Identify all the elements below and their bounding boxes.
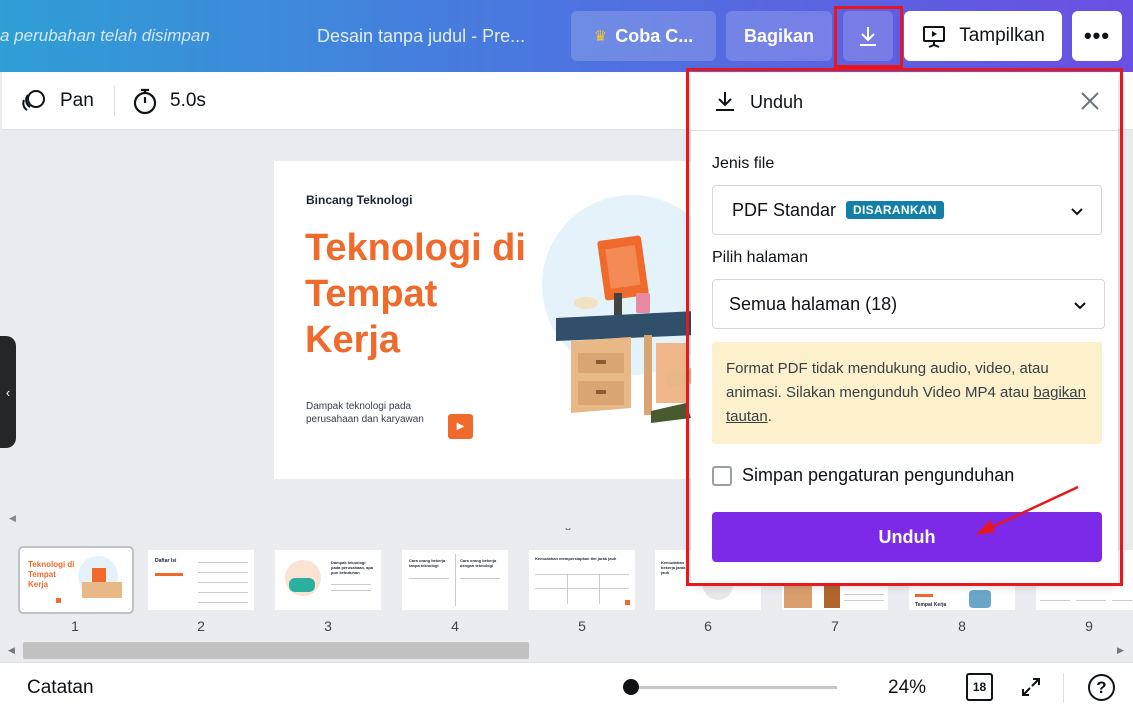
slide-play-icon: ▶ bbox=[448, 414, 473, 439]
canvas-scroll-left-icon[interactable]: ◀ bbox=[9, 513, 16, 524]
thumbnail-4[interactable]: Cara orang bekerja tanpa teknologi Cara … bbox=[402, 550, 508, 610]
thumb-4-left: Cara orang bekerja tanpa teknologi bbox=[409, 558, 446, 568]
thumb-5-button bbox=[625, 600, 630, 605]
thumb-1-desk-base bbox=[82, 582, 122, 598]
thumb-3-line bbox=[331, 590, 371, 591]
document-title[interactable]: Desain tanpa judul - Pre... bbox=[317, 26, 525, 47]
thumb-8-title: Tempat Kerja bbox=[915, 602, 947, 608]
page-grid-button[interactable]: 18 bbox=[966, 673, 993, 701]
thumb-5-line bbox=[535, 574, 629, 575]
top-bar: a perubahan telah disimpan Desain tanpa … bbox=[0, 0, 1133, 72]
share-button[interactable]: Bagikan bbox=[726, 11, 832, 61]
thumbnail-5[interactable]: Kemudahan mempersiapkan tim jarak jauh bbox=[529, 550, 635, 610]
pan-icon bbox=[22, 90, 45, 111]
scrollbar-thumb[interactable] bbox=[23, 642, 529, 659]
thumb-1-title: Teknologi di Tempat Kerja bbox=[28, 560, 75, 589]
thumbnail-number: 6 bbox=[704, 618, 712, 634]
thumb-7-photo bbox=[784, 586, 812, 608]
footer-bar: Catatan 24% 18 ? bbox=[0, 662, 1133, 713]
thumb-5-title: Kemudahan mempersiapkan tim jarak jauh bbox=[535, 556, 617, 561]
toolbar-divider bbox=[114, 86, 115, 116]
try-pro-button[interactable]: ♛ Coba C... bbox=[571, 11, 716, 61]
thumbnail-number: 4 bbox=[451, 618, 459, 634]
present-icon bbox=[923, 26, 946, 48]
thumb-2-line bbox=[198, 572, 248, 573]
thumbnail-scrollbar[interactable]: ◀ ▶ bbox=[0, 640, 1133, 662]
thumbnail-number: 2 bbox=[197, 618, 205, 634]
thumbnail-number: 8 bbox=[958, 618, 966, 634]
thumb-3-scooter bbox=[289, 578, 315, 592]
thumb-8-figure bbox=[969, 590, 991, 608]
thumb-2-bar bbox=[155, 573, 183, 576]
fullscreen-icon[interactable] bbox=[1019, 675, 1043, 699]
thumb-2-line bbox=[198, 562, 248, 563]
slide-kicker: Bincang Teknologi bbox=[306, 193, 413, 207]
help-icon[interactable]: ? bbox=[1088, 674, 1115, 701]
thumb-5-divider bbox=[599, 574, 600, 604]
timer-button[interactable]: 5.0s bbox=[132, 72, 206, 130]
scroll-left-icon[interactable]: ◀ bbox=[8, 645, 15, 656]
thumbnail-number: 3 bbox=[324, 618, 332, 634]
thumb-2-line bbox=[198, 582, 248, 583]
thumb-5-line bbox=[535, 588, 629, 589]
more-options-button[interactable]: ••• bbox=[1072, 11, 1122, 61]
thumb-4-line bbox=[460, 578, 500, 579]
notes-button[interactable]: Catatan bbox=[27, 677, 94, 699]
thumb-2-line bbox=[198, 602, 248, 603]
thumbnail-1[interactable]: Teknologi di Tempat Kerja bbox=[20, 548, 132, 612]
footer-divider bbox=[1063, 673, 1064, 703]
pan-label: Pan bbox=[60, 90, 94, 111]
thumb-7-line bbox=[844, 600, 884, 601]
thumb-9-line bbox=[1112, 600, 1132, 601]
download-button-highlight bbox=[834, 6, 903, 68]
timer-label: 5.0s bbox=[170, 90, 206, 111]
thumbnail-3[interactable]: Dampak teknologi pada perusahaan, apa pu… bbox=[275, 550, 381, 610]
thumb-9-line bbox=[1076, 600, 1106, 601]
thumb-4-divider bbox=[455, 554, 456, 606]
thumbnail-number: 5 bbox=[578, 618, 586, 634]
slide-title: Teknologi di Tempat Kerja bbox=[305, 227, 526, 361]
thumb-3-title: Dampak teknologi pada perusahaan, apa pu… bbox=[331, 560, 374, 575]
present-button[interactable]: Tampilkan bbox=[904, 11, 1062, 61]
thumb-5-divider bbox=[567, 574, 568, 604]
zoom-value[interactable]: 24% bbox=[888, 677, 926, 699]
save-status: a perubahan telah disimpan bbox=[0, 26, 210, 45]
slide-description: Dampak teknologi pada perusahaan dan kar… bbox=[306, 401, 424, 425]
thumbnail-number: 7 bbox=[831, 618, 839, 634]
thumbnail-number: 9 bbox=[1085, 618, 1093, 634]
crown-icon: ♛ bbox=[593, 28, 608, 45]
slide-canvas[interactable]: Bincang Teknologi Teknologi di Tempat Ke… bbox=[274, 161, 694, 479]
present-label: Tampilkan bbox=[959, 25, 1045, 46]
thumb-2-title: Daftar Isi bbox=[155, 558, 177, 564]
thumb-1-button bbox=[56, 598, 61, 603]
thumb-7-line bbox=[844, 594, 884, 595]
download-panel-highlight bbox=[686, 68, 1123, 586]
zoom-slider-handle[interactable] bbox=[623, 679, 639, 695]
thumb-8-button bbox=[915, 594, 933, 597]
side-panel-toggle[interactable]: ‹ bbox=[0, 336, 16, 448]
zoom-slider[interactable] bbox=[631, 686, 837, 689]
chevron-left-icon: ‹ bbox=[5, 384, 11, 400]
thumb-1-desk bbox=[92, 568, 106, 582]
try-pro-label: Coba C... bbox=[615, 25, 694, 46]
thumb-4-line bbox=[409, 578, 449, 579]
thumbnail-number: 1 bbox=[71, 618, 79, 634]
thumb-3-line bbox=[331, 584, 371, 585]
thumbnail-2[interactable]: Daftar Isi bbox=[148, 550, 254, 610]
stopwatch-icon bbox=[133, 88, 157, 115]
thumb-9-line bbox=[1040, 600, 1070, 601]
thumb-4-right: Cara orang bekerja dengan teknologi bbox=[460, 558, 497, 568]
desk-illustration bbox=[556, 235, 694, 423]
scroll-right-icon[interactable]: ▶ bbox=[1117, 645, 1124, 656]
pan-button[interactable]: Pan bbox=[20, 72, 94, 130]
thumb-2-line bbox=[198, 592, 248, 593]
thumb-7-cabinet bbox=[824, 586, 840, 608]
